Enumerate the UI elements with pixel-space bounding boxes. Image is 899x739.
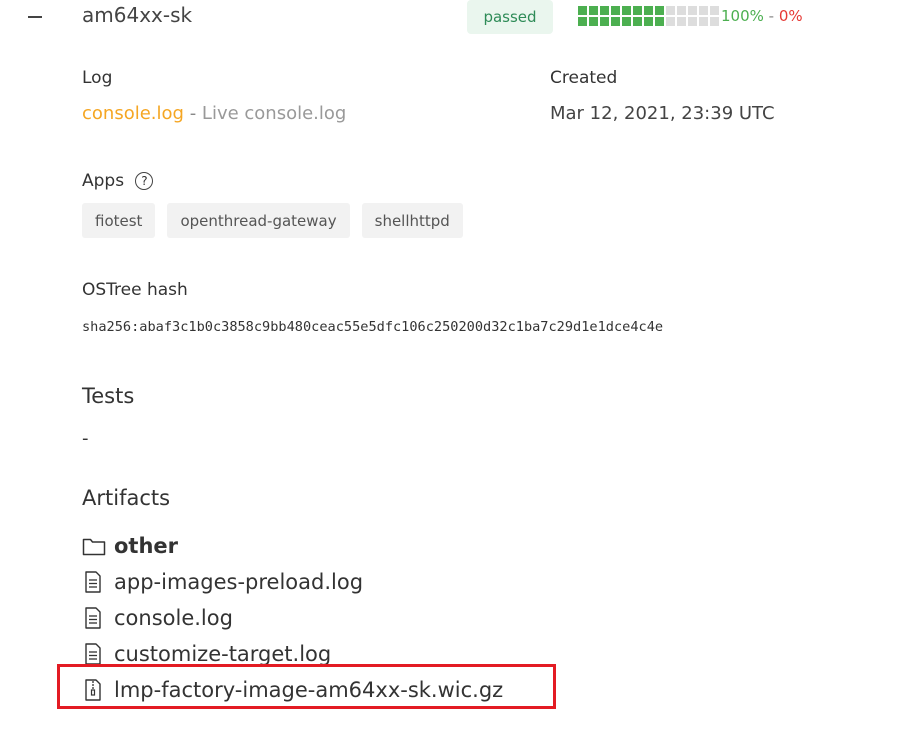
progress-percent: 100% - 0% xyxy=(721,7,803,25)
console-log-link[interactable]: console.log xyxy=(82,103,184,124)
live-console-log: Live console.log xyxy=(201,103,347,124)
progress-cell-passed xyxy=(589,17,598,26)
progress-cell-passed xyxy=(633,17,642,26)
progress-cell-empty xyxy=(677,17,686,26)
failed-percent: 0% xyxy=(778,7,803,25)
progress-cell-passed xyxy=(644,6,653,15)
artifact-folder-other[interactable]: other xyxy=(82,528,503,564)
test-progress-bar xyxy=(578,6,719,26)
progress-cell-passed xyxy=(622,17,631,26)
log-line: console.log - Live console.log xyxy=(82,103,347,124)
app-chip: openthread-gateway xyxy=(167,203,350,238)
artifact-file-name: app-images-preload.log xyxy=(114,570,364,594)
artifact-file-name: customize-target.log xyxy=(114,642,332,666)
highlight-box xyxy=(57,664,556,709)
progress-cell-empty xyxy=(677,6,686,15)
progress-cell-empty xyxy=(699,17,708,26)
progress-cell-passed xyxy=(655,6,664,15)
progress-cell-passed xyxy=(611,6,620,15)
progress-cell-empty xyxy=(710,6,719,15)
app-chip: fiotest xyxy=(82,203,156,238)
passed-percent: 100% xyxy=(721,7,764,25)
apps-heading: Apps ? xyxy=(82,171,154,191)
folder-icon xyxy=(82,538,106,556)
file-text-icon xyxy=(85,607,101,629)
progress-cell-passed xyxy=(655,17,664,26)
help-icon[interactable]: ? xyxy=(135,172,154,190)
progress-cell-passed xyxy=(600,17,609,26)
ostree-label: OSTree hash xyxy=(82,280,188,300)
progress-cell-passed xyxy=(578,17,587,26)
progress-cell-empty xyxy=(688,6,697,15)
artifact-file[interactable]: app-images-preload.log xyxy=(82,564,503,600)
progress-cell-passed xyxy=(578,6,587,15)
progress-cell-empty xyxy=(666,6,675,15)
created-value: Mar 12, 2021, 23:39 UTC xyxy=(550,103,775,124)
file-text-icon xyxy=(85,643,101,665)
apps-list: fiotest openthread-gateway shellhttpd xyxy=(82,203,463,238)
artifact-file-name: console.log xyxy=(114,606,233,630)
progress-cell-passed xyxy=(611,17,620,26)
progress-cell-passed xyxy=(589,6,598,15)
target-name: am64xx-sk xyxy=(82,3,193,27)
progress-cell-passed xyxy=(633,6,642,15)
progress-cell-empty xyxy=(688,17,697,26)
app-chip: shellhttpd xyxy=(361,203,463,238)
ostree-hash-value: sha256:abaf3c1b0c3858c9bb480ceac55e5dfc1… xyxy=(82,319,664,335)
created-label: Created xyxy=(550,68,618,88)
status-badge: passed xyxy=(467,0,553,34)
progress-cell-empty xyxy=(699,6,708,15)
artifacts-heading: Artifacts xyxy=(82,486,171,510)
log-label: Log xyxy=(82,68,113,88)
progress-cell-passed xyxy=(600,6,609,15)
progress-cell-passed xyxy=(644,17,653,26)
progress-cell-empty xyxy=(666,17,675,26)
folder-label: other xyxy=(114,534,179,558)
progress-cell-empty xyxy=(710,17,719,26)
tests-value: - xyxy=(82,428,89,449)
tests-heading: Tests xyxy=(82,384,135,408)
artifact-file[interactable]: console.log xyxy=(82,600,503,636)
progress-cell-passed xyxy=(622,6,631,15)
file-text-icon xyxy=(85,571,101,593)
collapse-button[interactable] xyxy=(28,6,44,26)
